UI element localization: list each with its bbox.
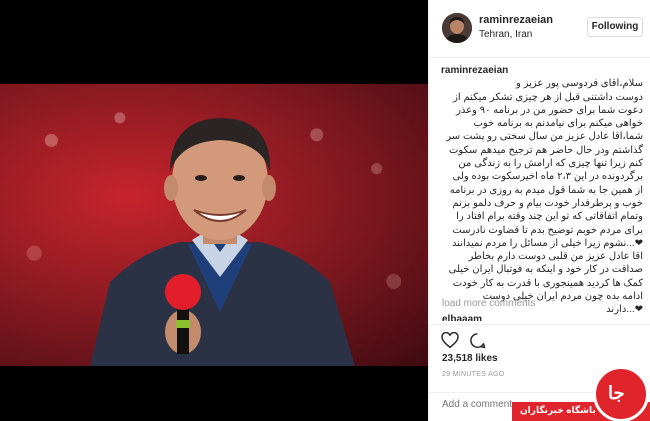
caption-author-link[interactable]: raminrezaeian <box>441 65 508 76</box>
caption-text: سلام،اقای فردوسی پور عزیز و دوست داشتنی … <box>441 77 643 316</box>
caption-line: گذاشتم ودر حال حاضر هم ترجیح میدهم سکوت <box>448 144 643 156</box>
caption: raminrezaeian سلام،اقای فردوسی پور عزیز … <box>441 64 643 317</box>
post-header: raminrezaeian Tehran, Iran Following <box>429 0 650 58</box>
post-timestamp: 29 MINUTES AGO <box>442 371 505 378</box>
following-button[interactable]: Following <box>587 17 643 37</box>
heart-outline-icon[interactable] <box>441 332 459 349</box>
avatar-image <box>442 13 472 43</box>
caption-line: خواهی میکنم برای نیامدنم به برنامه خوب <box>473 118 643 130</box>
username-link[interactable]: raminrezaeian <box>479 14 553 26</box>
caption-line: برای مردم خوبم توضیح بدم تا قضاوت نادرست <box>452 224 643 236</box>
location-link[interactable]: Tehran, Iran <box>479 29 532 40</box>
post-photo[interactable] <box>0 84 428 366</box>
caption-line: شما،اقا عادل عزیز من سال سختی رو پشت سر <box>446 131 643 143</box>
avatar[interactable] <box>442 13 472 43</box>
caption-line: برگردونده در این ۲،۳ ماه اخیرسکوت بوده و… <box>452 171 643 183</box>
watermark-logo-text: جا <box>608 383 625 404</box>
caption-line: ❤...نشوم زیرا خیلی از مسائل را مردم نمید… <box>451 237 643 249</box>
caption-line: از همین جا به شما قول میدم به روزی در بر… <box>449 184 643 196</box>
caption-line: خوب و پرطرفدار خودت بیام و حرف دلمو بزنم <box>452 197 643 209</box>
watermark-logo: جا <box>593 366 649 421</box>
load-more-comments-link[interactable]: load more comments <box>442 298 535 309</box>
caption-line: دوست داشتنی قبل از هر چیزی تشکر میکنم از <box>453 91 643 103</box>
presenter-figure <box>90 118 355 366</box>
caption-line: کمک ها کردید همینجوری با قدرت به کار خود… <box>452 277 643 289</box>
post-sidebar: raminrezaeian Tehran, Iran Following ram… <box>428 0 650 421</box>
caption-line: کنم زیرا تنها چیزی که ارامش را به زندگی … <box>458 158 643 170</box>
next-comment-username[interactable]: elbaaam <box>442 314 482 321</box>
caption-line: سلام،اقای فردوسی پور عزیز و <box>516 78 643 90</box>
caption-line: وتمام اتفاقاتی که تو این چند وقته برام ا… <box>456 211 643 223</box>
caption-line: اقا عادل عزیز من قلبی دوست دارم بخاطر <box>468 251 643 263</box>
watermark-brand-text: باشگاه خبرنگاران <box>520 405 596 415</box>
speech-bubble-icon[interactable] <box>469 332 486 349</box>
caption-line: دعوت شما برای حضور من در برنامه ۹۰ وعذر <box>456 104 643 116</box>
likes-count[interactable]: 23,518 likes <box>442 353 498 364</box>
caption-line: صداقت در کار خود و اینکه به فوتبال ایران… <box>448 264 643 276</box>
post-media <box>0 0 428 421</box>
